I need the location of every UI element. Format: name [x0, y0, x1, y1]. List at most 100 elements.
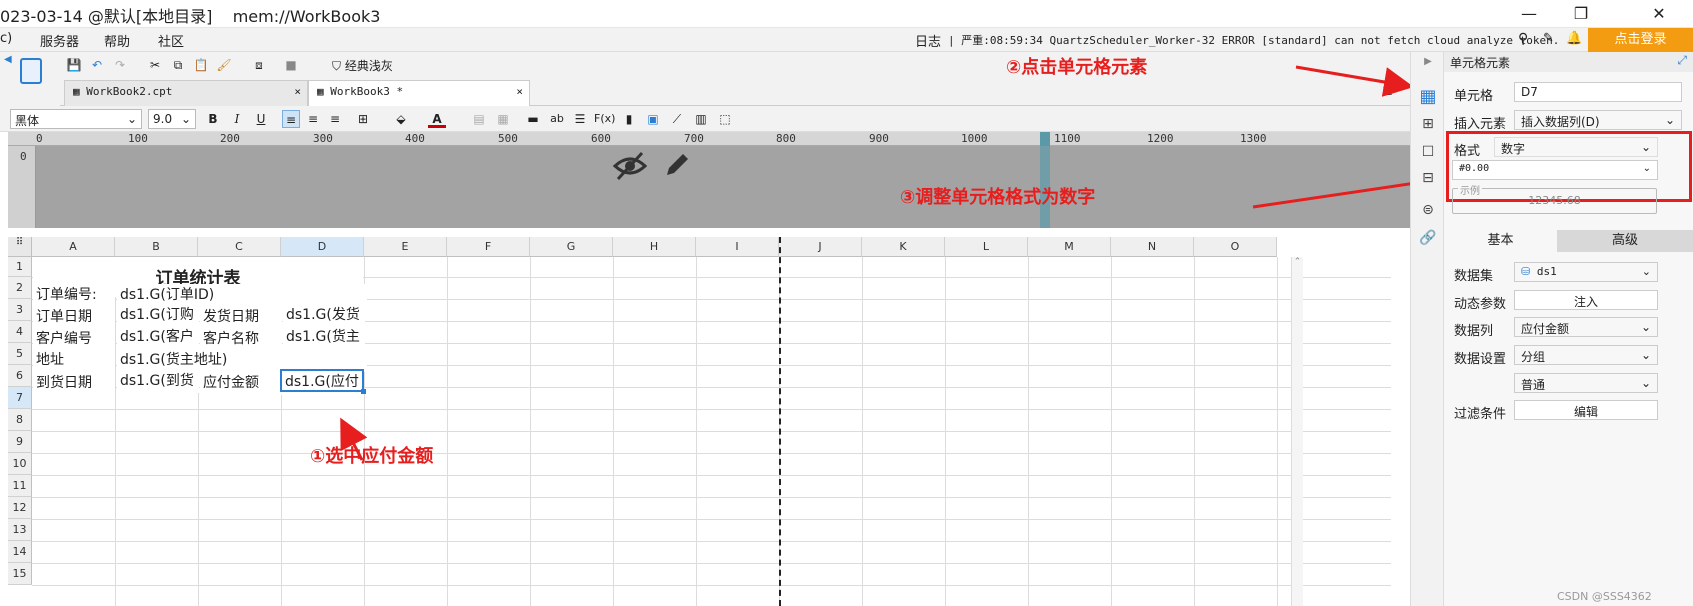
row-header-7[interactable]: 7 [8, 387, 32, 409]
align-right-icon[interactable]: ≡ [326, 110, 344, 128]
row-header-11[interactable]: 11 [8, 475, 32, 497]
row-header-10[interactable]: 10 [8, 453, 32, 475]
fill-color-icon[interactable]: ⬙ [392, 110, 410, 128]
tab-workbook3[interactable]: ▦ WorkBook3 * × [308, 80, 530, 106]
font-select[interactable]: 黑体 ⌄ [10, 109, 142, 129]
cell-a7[interactable]: 到货日期 [33, 372, 115, 395]
edit-icon[interactable]: ✎ [1543, 31, 1554, 46]
image-icon[interactable]: ▣ [644, 110, 662, 128]
column-header-c[interactable]: C [198, 237, 281, 257]
template-icon[interactable] [20, 58, 42, 84]
close-button[interactable]: ✕ [1636, 2, 1682, 26]
slash-icon[interactable]: ⟋ [668, 110, 686, 128]
align-center-icon[interactable]: ≡ [304, 110, 322, 128]
cell-field[interactable]: D7 [1514, 82, 1682, 102]
row-header-14[interactable]: 14 [8, 541, 32, 563]
format-painter-icon[interactable]: 🖌 [215, 56, 233, 74]
column-header-o[interactable]: O [1194, 237, 1277, 257]
insert-select[interactable]: 插入数据列(D) ⌄ [1514, 110, 1682, 130]
column-header-e[interactable]: E [364, 237, 447, 257]
condition-icon[interactable]: ⊜ [1419, 202, 1437, 220]
theme-button[interactable]: ⛉ 经典浅灰 [332, 57, 393, 74]
unmerge-icon[interactable]: ▦ [494, 110, 512, 128]
column-header-g[interactable]: G [530, 237, 613, 257]
border-icon[interactable]: ⊞ [354, 110, 372, 128]
preview-icon[interactable]: ⧈ [250, 56, 268, 74]
column-header-d[interactable]: D [281, 237, 364, 257]
minimize-button[interactable]: — [1506, 2, 1552, 26]
cell-c5[interactable]: 客户名称 [200, 328, 282, 351]
menu-item-community[interactable]: 社区 [158, 31, 184, 50]
font-size-select[interactable]: 9.0 ⌄ [148, 109, 196, 129]
row-header-8[interactable]: 8 [8, 409, 32, 431]
hyperlink-icon[interactable]: 🔗 [1419, 230, 1437, 248]
spreadsheet-grid[interactable]: ⠿ ABCDEFGHIJKLMNO 1 2 3 4 5 6 7 8 9 10 11 12 13 14 15 … [8, 237, 1391, 606]
collapse-right-icon[interactable]: ▶ [1419, 56, 1437, 74]
search-icon[interactable]: ⚲ [1518, 31, 1528, 47]
bold-icon[interactable]: B [204, 110, 222, 128]
insert-row-icon[interactable]: ▬ [524, 110, 542, 128]
cell-a6[interactable]: 地址 [33, 349, 115, 372]
edit-filter-button[interactable]: 编辑 [1514, 400, 1658, 420]
cell-c4[interactable]: 发货日期 [200, 306, 282, 329]
fill-handle[interactable] [361, 389, 366, 394]
cell-a5[interactable]: 客户编号 [33, 328, 115, 351]
redo-icon[interactable]: ↷ [111, 56, 129, 74]
column-header-b[interactable]: B [115, 237, 198, 257]
log-label[interactable]: 日志 [915, 31, 941, 50]
cell-d4[interactable]: ds1.G(发货 [283, 304, 365, 327]
format-select[interactable]: 数字 ⌄ [1494, 137, 1658, 157]
tab-close-icon[interactable]: × [516, 85, 523, 98]
cut-icon[interactable]: ✂ [146, 56, 164, 74]
tab-workbook2[interactable]: ▦ WorkBook2.cpt × [64, 80, 308, 106]
vertical-scrollbar[interactable]: ⌃ [1291, 257, 1303, 606]
menu-item-server[interactable]: 服务器 [40, 31, 79, 50]
undo-icon[interactable]: ↶ [88, 56, 106, 74]
select-all-icon[interactable]: ⠿ [8, 237, 32, 257]
row-header-15[interactable]: 15 [8, 563, 32, 585]
dataset-select[interactable]: ⛁ ds1 ⌄ [1514, 262, 1658, 282]
setting-select-2[interactable]: 普通 ⌄ [1514, 373, 1658, 393]
more-icon[interactable]: ⬚ [716, 110, 734, 128]
cell-d7-selected[interactable]: ds1.G(应付 [280, 369, 364, 392]
cell-d5[interactable]: ds1.G(货主 [283, 326, 365, 349]
tab-menu-icon[interactable]: ⇲ [1382, 84, 1392, 98]
row-header-2[interactable]: 2 [8, 277, 32, 299]
cell-b5[interactable]: ds1.G(客户 [117, 326, 199, 349]
cell-a3[interactable]: 订单编号: [33, 284, 115, 307]
scroll-up-icon[interactable]: ⌃ [1292, 257, 1303, 267]
row-header-6[interactable]: 6 [8, 365, 32, 387]
cell-attribute-icon[interactable]: ⊞ [1419, 116, 1437, 134]
column-header-a[interactable]: A [32, 237, 115, 257]
column-header-n[interactable]: N [1111, 237, 1194, 257]
pin-icon[interactable]: ⤢ [1677, 53, 1687, 68]
column-header-j[interactable]: J [779, 237, 862, 257]
tab-advanced[interactable]: 高级 [1557, 230, 1693, 252]
column-header-i[interactable]: I [696, 237, 779, 257]
cell-a4[interactable]: 订单日期 [33, 306, 115, 329]
float-element-icon[interactable]: ☐ [1419, 144, 1437, 162]
row-header-1[interactable]: 1 [8, 257, 32, 277]
pattern-input[interactable]: #0.00 ⌄ [1452, 160, 1658, 180]
formula-icon[interactable]: F(x) [594, 110, 615, 128]
italic-icon[interactable]: I [228, 110, 246, 128]
row-header-12[interactable]: 12 [8, 497, 32, 519]
tab-close-icon[interactable]: × [294, 85, 301, 98]
inject-button[interactable]: 注入 [1514, 290, 1658, 310]
font-color-icon[interactable]: A [428, 110, 446, 128]
row-header-9[interactable]: 9 [8, 431, 32, 453]
row-header-4[interactable]: 4 [8, 321, 32, 343]
widget-icon[interactable]: ⊟ [1419, 170, 1437, 188]
pencil-icon[interactable] [662, 150, 692, 183]
row-header-5[interactable]: 5 [8, 343, 32, 365]
menu-item-c[interactable]: c) [0, 31, 12, 46]
bell-icon[interactable]: 🔔 [1566, 31, 1582, 46]
row-header-13[interactable]: 13 [8, 519, 32, 541]
rich-text-icon[interactable]: ☰ [571, 110, 589, 128]
save-icon[interactable]: 💾 [65, 56, 83, 74]
underline-icon[interactable]: U [252, 110, 270, 128]
stop-icon[interactable]: ■ [282, 56, 300, 74]
cell-b7[interactable]: ds1.G(到货 [117, 370, 199, 393]
merge-icon[interactable]: ▤ [470, 110, 488, 128]
hide-eye-icon[interactable] [612, 150, 648, 189]
